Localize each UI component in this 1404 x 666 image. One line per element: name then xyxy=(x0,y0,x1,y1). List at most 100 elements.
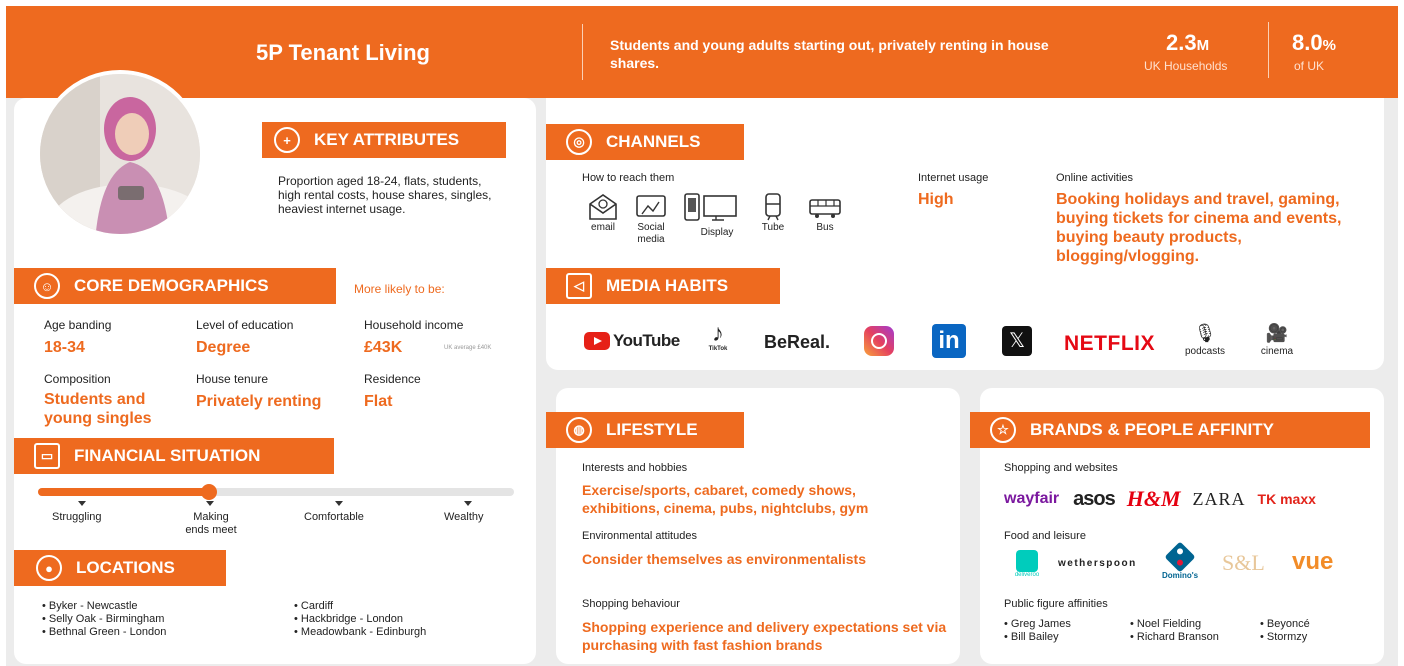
header-divider xyxy=(1268,22,1269,78)
scale-label-wealthy: Wealthy xyxy=(444,511,484,523)
display-channel: Display xyxy=(682,192,742,239)
shopping-behaviour-label: Shopping behaviour xyxy=(582,598,680,610)
person-icon: ☺ xyxy=(34,273,60,299)
netflix-logo: NETFLIX xyxy=(1064,332,1155,355)
income-label: Household income xyxy=(364,318,464,332)
channel-label: Bus xyxy=(816,222,834,233)
financial-scale-marker xyxy=(201,484,217,500)
megaphone-icon: ◁ xyxy=(566,273,592,299)
star-icon: ☆ xyxy=(990,417,1016,443)
person-item: • Bill Bailey xyxy=(1004,631,1059,643)
deliveroo-logo: deliveroo xyxy=(1008,550,1046,578)
brands-header: ☆ BRANDS & PEOPLE AFFINITY xyxy=(970,412,1370,448)
section-title: CHANNELS xyxy=(606,132,701,151)
internet-usage-label: Internet usage xyxy=(918,172,989,184)
bus-icon xyxy=(809,199,841,218)
podcasts-item: 🎙 podcasts xyxy=(1178,320,1232,357)
dominos-logo: Domino's xyxy=(1156,541,1204,580)
youtube-play-icon xyxy=(584,332,610,350)
sl-logo: S&L xyxy=(1222,550,1265,575)
bereal-logo: BeReal. xyxy=(764,332,831,352)
globe-icon: ◍ xyxy=(566,417,592,443)
target-icon: + xyxy=(274,127,300,153)
email-channel: email xyxy=(586,192,620,234)
people-list: • Beyoncé • Stormzy xyxy=(1260,618,1310,644)
people-list: • Noel Fielding • Richard Branson xyxy=(1130,618,1219,644)
location-item: • Bethnal Green - London xyxy=(42,626,167,638)
composition-label: Composition xyxy=(44,372,111,386)
social-media-icon xyxy=(636,195,666,217)
scale-label-making-ends-meet: Making ends meet xyxy=(185,511,237,536)
section-title: LIFESTYLE xyxy=(606,420,698,439)
locations-header: ● LOCATIONS xyxy=(14,550,226,586)
residence-value: Flat xyxy=(364,393,393,410)
person-item: • Greg James xyxy=(1004,618,1071,630)
public-figures-label: Public figure affinities xyxy=(1004,598,1108,610)
tube-channel: Tube xyxy=(756,192,790,234)
shopping-behaviour-value: Shopping experience and delivery expecta… xyxy=(582,619,947,653)
social-media-channel: Social media xyxy=(634,192,668,246)
residence-label: Residence xyxy=(364,372,421,386)
section-title: KEY ATTRIBUTES xyxy=(314,130,460,149)
wallet-icon: ▭ xyxy=(34,443,60,469)
environment-label: Environmental attitudes xyxy=(582,530,697,542)
segment-description: Students and young adults starting out, … xyxy=(610,37,1049,71)
persona-photo xyxy=(36,70,204,238)
key-attributes-text: Proportion aged 18-24, flats, students, … xyxy=(278,174,492,216)
tiktok-logo: ♪ TikTok xyxy=(708,320,728,353)
section-title: CORE DEMOGRAPHICS xyxy=(74,276,269,295)
scale-tick xyxy=(464,501,472,506)
tenure-value: Privately renting xyxy=(196,393,322,410)
instagram-logo xyxy=(864,326,894,356)
scale-label-struggling: Struggling xyxy=(52,511,102,523)
composition-value: Students and young singles xyxy=(44,391,152,427)
page-title: 5P Tenant Living xyxy=(256,40,430,65)
person-item: • Stormzy xyxy=(1260,631,1308,643)
channels-header: ◎ CHANNELS xyxy=(546,124,744,160)
vue-logo: vue xyxy=(1292,548,1334,575)
deliveroo-icon xyxy=(1016,550,1038,572)
income-note: UK average £40K xyxy=(444,345,492,351)
tenure-label: House tenure xyxy=(196,372,269,386)
section-title: BRANDS & PEOPLE AFFINITY xyxy=(1030,420,1274,439)
wetherspoon-logo: wetherspoon xyxy=(1058,558,1137,569)
scale-tick xyxy=(335,501,343,506)
youtube-logo: YouTube xyxy=(584,331,680,351)
zara-logo: ZARA xyxy=(1192,488,1246,509)
section-title: FINANCIAL SITUATION xyxy=(74,446,261,465)
internet-usage-value: High xyxy=(918,191,954,208)
financial-scale-fill xyxy=(38,488,209,496)
scale-label-comfortable: Comfortable xyxy=(304,511,364,523)
x-logo: 𝕏 xyxy=(1002,326,1032,356)
location-item: • Hackbridge - London xyxy=(294,613,404,625)
channel-label: Display xyxy=(700,227,734,238)
location-item: • Byker - Newcastle xyxy=(42,600,138,612)
age-label: Age banding xyxy=(44,318,112,332)
wayfair-logo: wayfair xyxy=(1004,490,1060,507)
online-activities-label: Online activities xyxy=(1056,172,1134,184)
scale-tick xyxy=(206,501,214,506)
education-value: Degree xyxy=(196,339,251,356)
tube-icon xyxy=(765,193,781,221)
display-icon xyxy=(684,193,737,221)
person-item: • Noel Fielding xyxy=(1130,618,1202,630)
location-item: • Selly Oak - Birmingham xyxy=(42,613,165,625)
channel-label: Tube xyxy=(761,222,785,233)
shopping-websites-label: Shopping and websites xyxy=(1004,462,1118,474)
households-label: UK Households xyxy=(1144,59,1228,73)
linkedin-logo: in xyxy=(932,324,966,358)
bus-channel: Bus xyxy=(808,192,842,234)
dominos-icon xyxy=(1164,541,1196,573)
channel-label: email xyxy=(591,222,615,233)
age-value: 18-34 xyxy=(44,339,85,356)
hm-logo: H&M xyxy=(1126,486,1181,511)
section-title: LOCATIONS xyxy=(76,558,175,577)
film-camera-icon: 🎥 xyxy=(1265,323,1289,343)
scale-tick xyxy=(78,501,86,506)
households-stat: 2.3M xyxy=(1166,30,1210,55)
location-item: • Meadowbank - Edinburgh xyxy=(294,626,427,638)
financial-header: ▭ FINANCIAL SITUATION xyxy=(14,438,334,474)
reach-label: How to reach them xyxy=(582,172,675,184)
tkmaxx-logo: TK maxx xyxy=(1257,491,1316,507)
cinema-item: 🎥 cinema xyxy=(1250,320,1304,357)
